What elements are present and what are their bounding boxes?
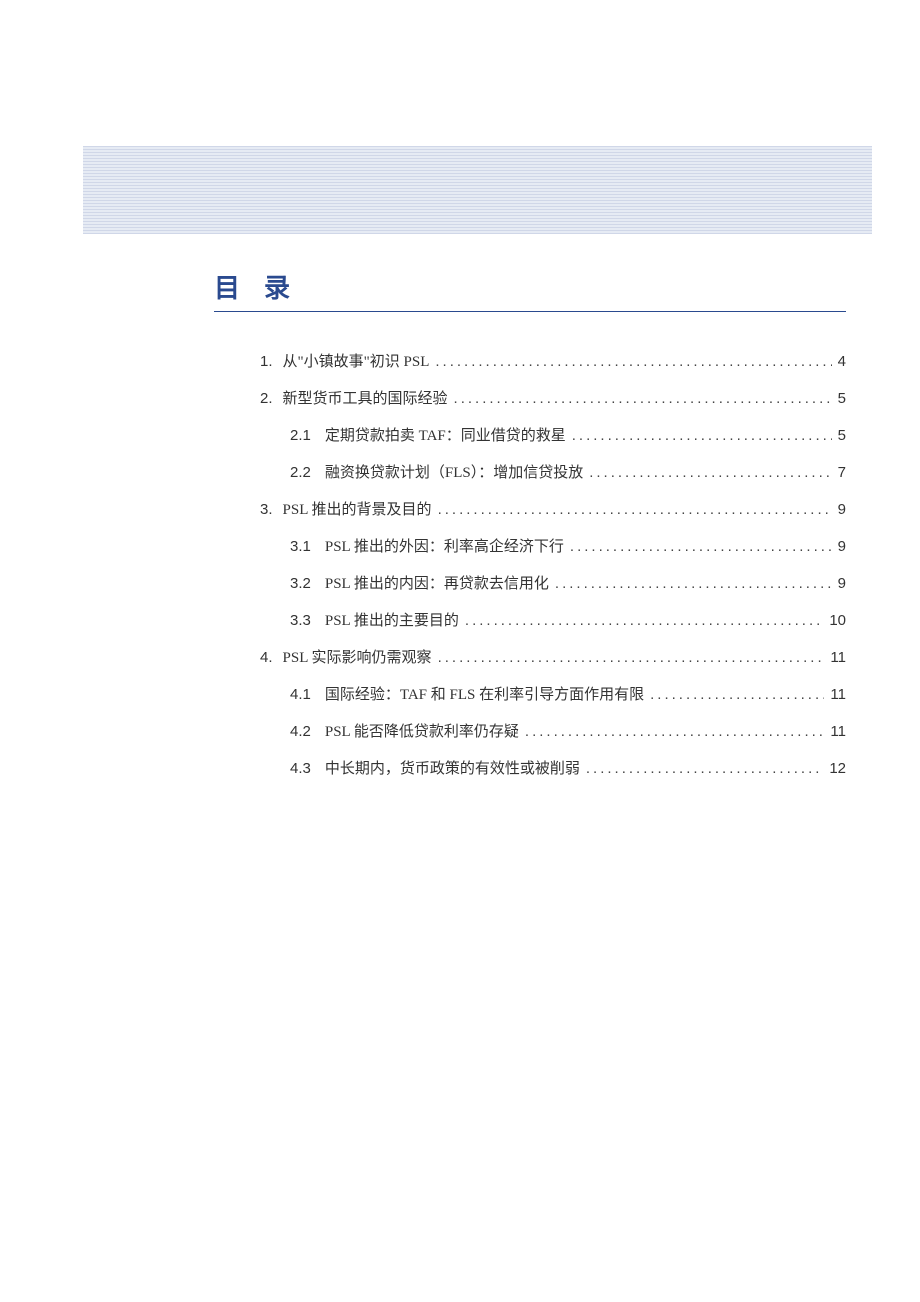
toc-entry: 3.1 PSL 推出的外因：利率高企经济下行 9 <box>260 535 846 556</box>
toc-dot-leader <box>435 353 831 370</box>
toc-entry-text: 中长期内，货币政策的有效性或被削弱 <box>325 757 580 778</box>
toc-dot-leader <box>525 723 825 740</box>
toc-entry: 4. PSL 实际影响仍需观察 11 <box>260 646 846 667</box>
toc-entry-number: 3.1 <box>290 538 311 555</box>
toc-entry-page: 12 <box>829 760 846 777</box>
toc-dot-leader <box>650 686 824 703</box>
toc-entry-text: PSL 推出的外因：利率高企经济下行 <box>325 535 564 556</box>
toc-entry-text: PSL 推出的背景及目的 <box>283 498 432 519</box>
toc-dot-leader <box>465 612 823 629</box>
toc-entry: 4.2 PSL 能否降低贷款利率仍存疑 11 <box>260 720 846 741</box>
toc-entry-page: 9 <box>838 575 846 592</box>
toc-entry-number: 2.2 <box>290 464 311 481</box>
toc-entry-number: 4.1 <box>290 686 311 703</box>
header-decorative-band <box>83 146 872 234</box>
toc-entry-page: 4 <box>838 353 846 370</box>
toc-entry-text: 从"小镇故事"初识 PSL <box>283 350 430 371</box>
toc-entry-text: 国际经验：TAF 和 FLS 在利率引导方面作用有限 <box>325 683 644 704</box>
toc-entry-page: 11 <box>830 686 846 703</box>
toc-title-row: 目录 <box>214 268 846 312</box>
toc-entry-number: 1. <box>260 353 273 370</box>
toc-dot-leader <box>438 649 825 666</box>
toc-entry-text: PSL 推出的主要目的 <box>325 609 459 630</box>
toc-entry: 4.3 中长期内，货币政策的有效性或被削弱 12 <box>260 757 846 778</box>
toc-entry-page: 9 <box>838 538 846 555</box>
toc-entry-number: 4.3 <box>290 760 311 777</box>
toc-dot-leader <box>572 427 832 444</box>
toc-entry-text: 定期贷款拍卖 TAF：同业借贷的救星 <box>325 424 566 445</box>
toc-entry-number: 3.3 <box>290 612 311 629</box>
toc-entry: 3.2 PSL 推出的内因：再贷款去信用化 9 <box>260 572 846 593</box>
toc-entry-page: 7 <box>838 464 846 481</box>
toc-entry-page: 5 <box>838 390 846 407</box>
toc-entry: 2. 新型货币工具的国际经验 5 <box>260 387 846 408</box>
toc-entry-number: 4. <box>260 649 273 666</box>
toc-entry-page: 11 <box>830 723 846 740</box>
toc-entry-text: PSL 能否降低贷款利率仍存疑 <box>325 720 519 741</box>
toc-entry-page: 10 <box>829 612 846 629</box>
toc-entry-number: 2.1 <box>290 427 311 444</box>
toc-dot-leader <box>570 538 832 555</box>
toc-entry-number: 3.2 <box>290 575 311 592</box>
toc-entry-page: 5 <box>838 427 846 444</box>
toc-entry-number: 3. <box>260 501 273 518</box>
toc-entry-text: PSL 实际影响仍需观察 <box>283 646 432 667</box>
toc-entry: 1. 从"小镇故事"初识 PSL 4 <box>260 350 846 371</box>
toc-dot-leader <box>586 760 823 777</box>
toc-entry: 4.1 国际经验：TAF 和 FLS 在利率引导方面作用有限 11 <box>260 683 846 704</box>
toc-entry-text: 新型货币工具的国际经验 <box>283 387 448 408</box>
toc-dot-leader <box>454 390 832 407</box>
toc-entry-page: 11 <box>830 649 846 666</box>
toc-entry-number: 2. <box>260 390 273 407</box>
toc-entry: 3.3 PSL 推出的主要目的 10 <box>260 609 846 630</box>
toc-entry: 2.2 融资换贷款计划（FLS）：增加信贷投放 7 <box>260 461 846 482</box>
toc-dot-leader <box>438 501 832 518</box>
toc-entry: 2.1 定期贷款拍卖 TAF：同业借贷的救星 5 <box>260 424 846 445</box>
table-of-contents: 1. 从"小镇故事"初识 PSL 4 2. 新型货币工具的国际经验 5 2.1 定期贷款拍卖 … <box>260 350 846 794</box>
toc-entry-number: 4.2 <box>290 723 311 740</box>
toc-entry-text: PSL 推出的内因：再贷款去信用化 <box>325 572 549 593</box>
toc-title: 目录 <box>214 268 314 305</box>
toc-dot-leader <box>555 575 832 592</box>
toc-entry-page: 9 <box>838 501 846 518</box>
toc-entry-text: 融资换贷款计划（FLS）：增加信贷投放 <box>325 461 583 482</box>
toc-dot-leader <box>589 464 831 481</box>
toc-entry: 3. PSL 推出的背景及目的 9 <box>260 498 846 519</box>
